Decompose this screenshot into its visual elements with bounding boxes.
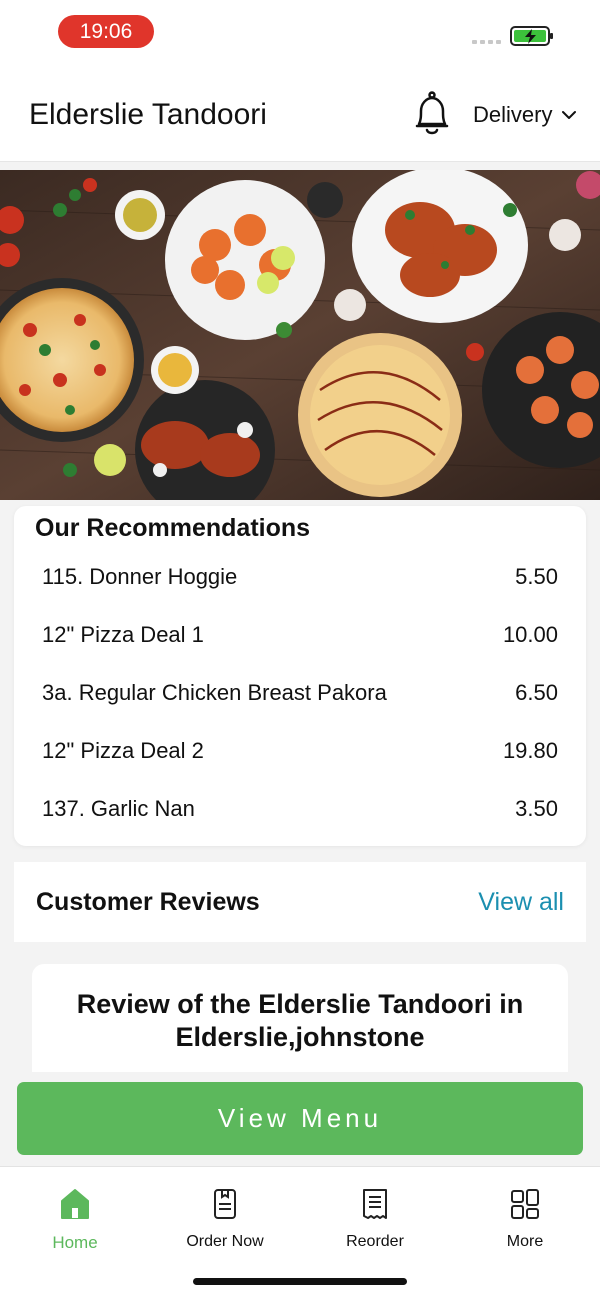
reviews-header: Customer Reviews View all	[14, 862, 586, 942]
tab-more[interactable]: More	[450, 1187, 600, 1251]
delivery-mode-dropdown[interactable]: Delivery	[473, 102, 577, 128]
item-name: 137. Garlic Nan	[42, 796, 195, 821]
tab-reorder[interactable]: Reorder	[300, 1187, 450, 1251]
item-price: 5.50	[515, 564, 558, 589]
status-bar: 19:06	[0, 0, 600, 66]
customer-reviews-section: Customer Reviews View all Review of the …	[14, 862, 586, 1072]
recommendations-title: Our Recommendations	[35, 514, 311, 542]
item-name: 12" Pizza Deal 2	[42, 738, 204, 763]
restaurant-name: Elderslie Tandoori	[29, 98, 267, 131]
review-card[interactable]: Review of the Elderslie Tandoori in Elde…	[32, 964, 568, 1072]
item-name: 115. Donner Hoggie	[42, 564, 238, 589]
view-menu-button[interactable]: View Menu	[17, 1082, 583, 1155]
reviews-title: Customer Reviews	[36, 888, 260, 916]
battery-charging-icon	[510, 26, 553, 46]
item-name: 12" Pizza Deal 1	[42, 622, 204, 647]
tab-home-label: Home	[52, 1233, 98, 1252]
recommendations-card: Our Recommendations 115. Donner Hoggie 5…	[14, 506, 586, 846]
recommendation-item[interactable]: 3a. Regular Chicken Breast Pakora 6.50	[42, 673, 558, 713]
home-icon	[61, 1189, 89, 1219]
hero-food-banner-image	[0, 170, 600, 500]
item-price: 19.80	[502, 738, 558, 763]
view-all-reviews-link[interactable]: View all	[478, 888, 564, 917]
tab-home[interactable]: Home	[0, 1187, 150, 1253]
grid-icon	[511, 1189, 539, 1219]
recommendation-item[interactable]: 12" Pizza Deal 2 19.80	[42, 731, 558, 771]
notification-bell-icon[interactable]	[410, 90, 454, 138]
chevron-down-icon	[562, 111, 577, 119]
app-screen: 19:06 Elderslie Tandoori Delivery Our Re…	[0, 0, 600, 1298]
review-card-title: Review of the Elderslie Tandoori in Elde…	[76, 989, 524, 1052]
item-name: 3a. Regular Chicken Breast Pakora	[42, 680, 387, 705]
item-price: 3.50	[515, 796, 558, 821]
recommendation-item[interactable]: 115. Donner Hoggie 5.50	[42, 557, 558, 597]
item-price: 6.50	[515, 680, 558, 705]
delivery-mode-label: Delivery	[473, 102, 553, 127]
recommendation-item[interactable]: 137. Garlic Nan 3.50	[42, 789, 558, 829]
tab-order-now[interactable]: Order Now	[150, 1187, 300, 1251]
app-header: Elderslie Tandoori Delivery	[0, 66, 600, 162]
tab-reorder-label: Reorder	[346, 1233, 404, 1250]
receipt-icon	[363, 1189, 387, 1219]
tab-order-now-label: Order Now	[186, 1233, 264, 1250]
status-time: 19:06	[58, 15, 154, 48]
home-indicator-bar	[193, 1278, 407, 1285]
recommendation-item[interactable]: 12" Pizza Deal 1 10.00	[42, 615, 558, 655]
tab-more-label: More	[506, 1233, 544, 1250]
item-price: 10.00	[502, 622, 558, 647]
order-icon	[214, 1189, 236, 1219]
signal-icon	[472, 40, 501, 44]
